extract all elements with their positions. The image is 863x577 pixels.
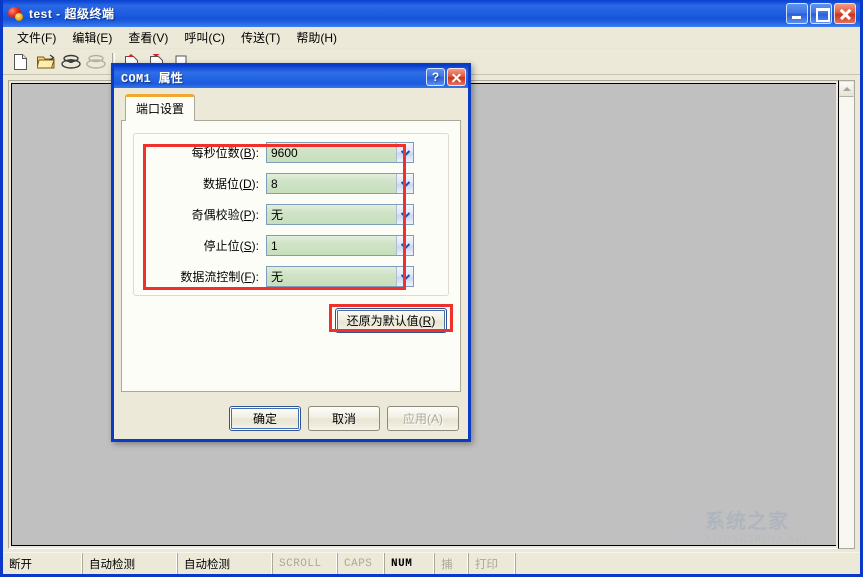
- combo-bits-per-second[interactable]: 9600: [266, 142, 414, 163]
- menubar: 文件(F) 编辑(E) 查看(V) 呼叫(C) 传送(T) 帮助(H): [3, 27, 860, 49]
- new-connection-icon[interactable]: [9, 51, 32, 73]
- label-parity: 奇偶校验(P):: [191, 208, 259, 222]
- menu-help[interactable]: 帮助(H): [288, 27, 345, 48]
- label-data-bits: 数据位(D):: [202, 177, 259, 191]
- combo-stop-bits[interactable]: 1: [266, 235, 414, 256]
- menu-transfer[interactable]: 传送(T): [233, 27, 288, 48]
- field-stop-bits: 停止位(S): 1: [144, 235, 438, 256]
- tabstrip: 端口设置: [121, 94, 461, 121]
- combo-data-bits[interactable]: 8: [266, 173, 414, 194]
- chevron-down-icon[interactable]: [396, 174, 413, 193]
- status-capture: 捕: [435, 553, 469, 574]
- cancel-button[interactable]: 取消: [308, 406, 380, 431]
- status-caps: CAPS: [338, 553, 385, 574]
- status-scroll: SCROLL: [273, 553, 338, 574]
- field-parity: 奇偶校验(P): 无: [144, 204, 438, 225]
- dialog-window-controls: ?: [426, 68, 466, 86]
- combo-value-bits-per-second: 9600: [267, 143, 396, 162]
- apply-button: 应用(A): [387, 406, 459, 431]
- field-flow-control: 数据流控制(F): 无: [144, 266, 438, 287]
- settings-groupbox: 每秒位数(B): 9600 数据位(D): 8 奇偶校验(P): 无 停止位(S…: [133, 133, 449, 296]
- status-detect-2: 自动检测: [178, 553, 273, 574]
- hyperterminal-icon: [6, 5, 25, 23]
- window-title: test - 超级终端: [29, 7, 115, 21]
- label-bits-per-second: 每秒位数(B):: [191, 146, 259, 160]
- restore-defaults-area: 还原为默认值(R): [133, 304, 453, 333]
- ok-button[interactable]: 确定: [229, 406, 301, 431]
- status-connection: 断开: [3, 553, 83, 574]
- window-titlebar[interactable]: test - 超级终端: [3, 0, 860, 27]
- tabpage-port-settings: 每秒位数(B): 9600 数据位(D): 8 奇偶校验(P): 无 停止位(S…: [121, 120, 461, 392]
- statusbar: 断开 自动检测 自动检测 SCROLL CAPS NUM 捕 打印: [3, 552, 860, 574]
- chevron-down-icon[interactable]: [396, 143, 413, 162]
- minimize-button[interactable]: [786, 3, 808, 24]
- dialog-body: 端口设置 每秒位数(B): 9600 数据位(D): 8 奇偶校验(P): 无 …: [114, 88, 468, 398]
- restore-defaults-button[interactable]: 还原为默认值(R): [335, 308, 447, 333]
- menu-call[interactable]: 呼叫(C): [176, 27, 233, 48]
- help-button[interactable]: ?: [426, 68, 445, 86]
- open-folder-icon[interactable]: [34, 51, 57, 73]
- close-button[interactable]: [834, 3, 856, 24]
- menu-edit[interactable]: 编辑(E): [64, 27, 120, 48]
- dialog-close-button[interactable]: [447, 68, 466, 86]
- maximize-button[interactable]: [810, 3, 832, 24]
- chevron-down-icon[interactable]: [396, 205, 413, 224]
- combo-value-data-bits: 8: [267, 174, 396, 193]
- window-controls: [786, 3, 856, 24]
- hangup-phone-icon: [84, 51, 107, 73]
- field-bits-per-second: 每秒位数(B): 9600: [144, 142, 438, 163]
- dialog-title: COM1 属性: [121, 71, 184, 86]
- call-phone-icon[interactable]: [59, 51, 82, 73]
- field-data-bits: 数据位(D): 8: [144, 173, 438, 194]
- dialog-footer: 确定 取消 应用(A): [114, 398, 468, 439]
- menu-view[interactable]: 查看(V): [120, 27, 176, 48]
- com1-properties-dialog: COM1 属性 ? 端口设置 每秒位数(B): 9600 数据位(D): 8 奇…: [111, 63, 471, 442]
- chevron-down-icon[interactable]: [396, 267, 413, 286]
- vertical-scrollbar[interactable]: [838, 80, 855, 549]
- combo-parity[interactable]: 无: [266, 204, 414, 225]
- label-stop-bits: 停止位(S):: [203, 239, 259, 253]
- status-filler: [516, 553, 860, 574]
- status-num: NUM: [385, 553, 435, 574]
- chevron-up-icon: [842, 87, 851, 91]
- chevron-down-icon[interactable]: [396, 236, 413, 255]
- combo-flow-control[interactable]: 无: [266, 266, 414, 287]
- scrollbar-track[interactable]: [839, 97, 854, 548]
- menu-file[interactable]: 文件(F): [9, 27, 64, 48]
- combo-value-flow-control: 无: [267, 267, 396, 286]
- status-detect-1: 自动检测: [83, 553, 178, 574]
- dialog-titlebar[interactable]: COM1 属性 ?: [114, 66, 468, 88]
- scroll-up-button[interactable]: [839, 81, 854, 97]
- label-flow-control: 数据流控制(F):: [180, 270, 259, 284]
- status-print: 打印: [469, 553, 516, 574]
- combo-value-stop-bits: 1: [267, 236, 396, 255]
- tab-port-settings[interactable]: 端口设置: [125, 94, 196, 121]
- combo-value-parity: 无: [267, 205, 396, 224]
